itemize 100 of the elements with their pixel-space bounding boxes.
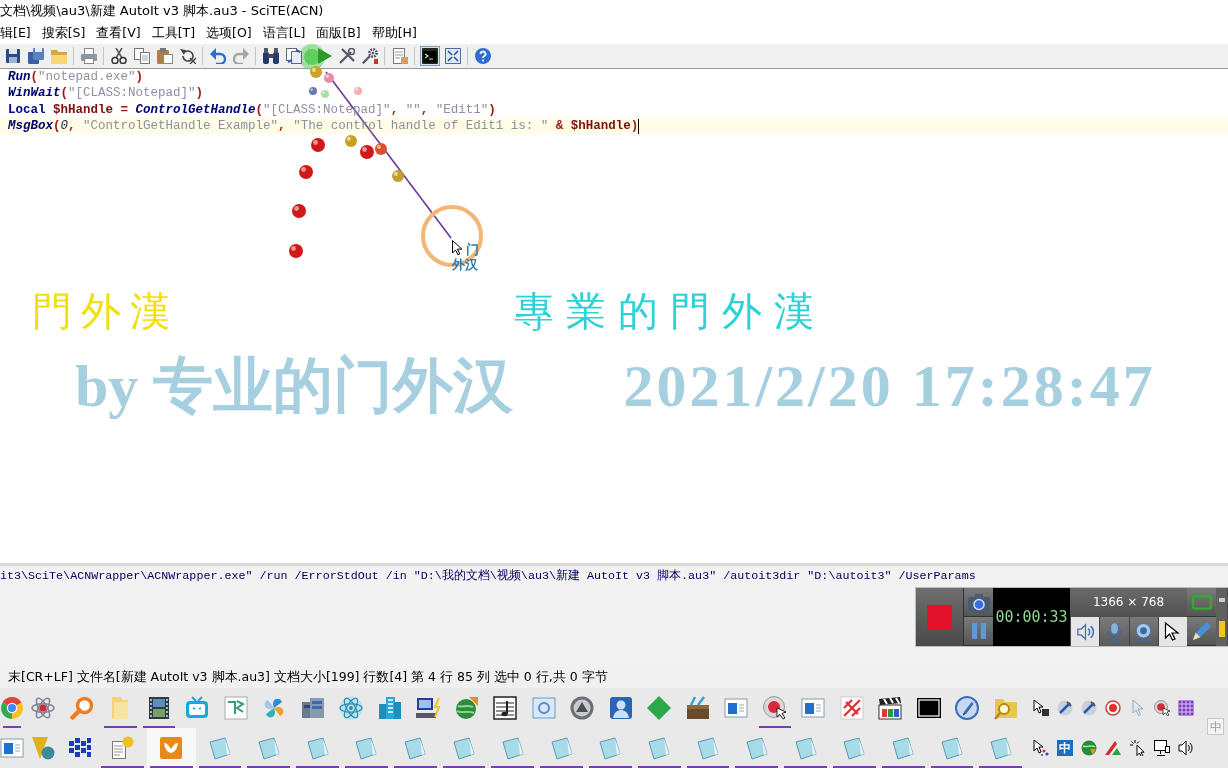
target-icon[interactable] — [1105, 700, 1122, 716]
microphone-button[interactable] — [1099, 617, 1129, 646]
tool-icon[interactable] — [1081, 700, 1098, 716]
webcam-button[interactable] — [1128, 617, 1158, 646]
floppies-icon — [27, 48, 44, 64]
panel-icon — [531, 696, 556, 720]
ripple-icon — [299, 44, 325, 70]
undo-icon — [209, 48, 226, 64]
bead-icon — [360, 145, 374, 159]
menu-item[interactable]: 查看[V] — [96, 24, 141, 42]
pause-icon — [971, 622, 986, 640]
record-icon[interactable] — [1153, 700, 1170, 716]
speaker-icon[interactable] — [1178, 740, 1194, 756]
cursor-button[interactable] — [1157, 617, 1187, 646]
webcam-icon — [1135, 621, 1153, 642]
fullscreen-icon — [444, 48, 461, 64]
toolbar-button[interactable] — [419, 46, 440, 66]
music-sheet-icon — [493, 696, 518, 720]
tool-icon[interactable] — [1057, 700, 1074, 716]
pointer-dots-icon[interactable] — [1032, 740, 1049, 756]
speaker-button[interactable] — [1070, 617, 1100, 646]
menu-item[interactable]: 辑[E] — [0, 24, 31, 42]
microphone-icon — [1105, 621, 1123, 642]
resolution-label: 1366 × 768 — [1070, 588, 1187, 617]
click-pointer-icon[interactable] — [1129, 740, 1146, 756]
notepad-icon — [744, 736, 769, 760]
timer-display: 00:00:33 — [993, 588, 1070, 646]
help-icon — [474, 48, 491, 64]
menu-item[interactable]: 帮助[H] — [371, 24, 417, 42]
text-cursor — [638, 118, 640, 134]
play-icon — [315, 48, 332, 64]
notepad-icon — [988, 736, 1013, 760]
orbit-icon — [31, 696, 56, 720]
window-icon — [724, 696, 749, 720]
network-icon[interactable] — [1153, 740, 1170, 756]
output-line: it3\SciTe\ACNWrapper\ACNWrapper.exe" /run /ErrorStdOut /in "D:\我的文档\视频\au3\新建 AutoIt v3 脚本.au3" /autoit3dir "D:\autoit3" /UserParams — [0, 568, 977, 584]
bead-icon — [345, 135, 357, 147]
input-method-indicator[interactable]: 中 — [1057, 740, 1074, 756]
code-line: WinWait("[CLASS:Notepad]") — [8, 85, 204, 102]
rectangle-button[interactable] — [1187, 588, 1216, 617]
bead-icon — [289, 244, 303, 258]
menu-item[interactable]: 搜索[S] — [41, 24, 86, 42]
status-bar: 末[CR+LF] 文件名[新建 AutoIt v3 脚本.au3] 文档大小[199] 行数[4] 第 4 行 85 列 选中 0 行,共 0 字节 — [0, 666, 1228, 688]
document-icon — [391, 48, 408, 64]
rectangle-icon — [1191, 594, 1212, 610]
record-icon — [762, 696, 787, 720]
taskbar-button[interactable] — [146, 728, 196, 768]
notepad-icon — [793, 736, 818, 760]
menu-item[interactable]: 选项[O] — [206, 24, 252, 42]
toolbar-button[interactable] — [283, 46, 304, 66]
tools-icon — [338, 48, 355, 64]
notepad-icon — [208, 736, 232, 760]
scissors-icon — [110, 48, 127, 64]
minus-icon — [1219, 597, 1225, 602]
notepad-icon — [451, 736, 476, 760]
stop-icon — [927, 604, 952, 630]
code-line: Run("notepad.exe") — [8, 69, 144, 86]
magnifier-icon — [69, 696, 94, 720]
speaker-icon — [1076, 621, 1094, 642]
cursor-icon — [452, 240, 463, 256]
bead-icon — [321, 90, 329, 98]
floppy-icon — [4, 48, 21, 64]
pointer-box-icon[interactable] — [1032, 700, 1049, 716]
pencil-button[interactable] — [1187, 617, 1216, 646]
toolbar-button[interactable] — [177, 46, 198, 66]
notepad-icon — [598, 736, 623, 760]
globe-icon — [454, 696, 479, 720]
bead-icon — [292, 204, 306, 218]
notepad-icon — [842, 736, 867, 760]
pause-button[interactable] — [964, 617, 993, 646]
atom-icon — [339, 696, 364, 720]
replace-icon — [285, 48, 302, 64]
blocks-icon — [67, 736, 92, 760]
toolbar-button[interactable] — [260, 46, 281, 66]
screenshot-button[interactable] — [964, 588, 993, 617]
pages-icon — [133, 48, 150, 64]
gear-tools-icon — [361, 48, 378, 64]
calligraphy-text: 門外漢 — [32, 289, 179, 333]
notepad-icon — [256, 736, 281, 760]
filmstrip-icon — [146, 696, 171, 720]
menu-item[interactable]: 面版[B] — [316, 24, 361, 42]
person-icon — [608, 696, 633, 720]
toolbar-button[interactable] — [442, 46, 463, 66]
grid-icon[interactable] — [1178, 700, 1194, 716]
computer-icon — [416, 696, 441, 720]
notepad-icon — [891, 736, 916, 760]
peak-icon[interactable] — [1105, 740, 1122, 756]
menu-item[interactable]: 语言[L] — [262, 24, 306, 42]
printer-icon — [80, 48, 97, 64]
bead-icon — [309, 87, 317, 95]
cursor-icon — [1164, 621, 1182, 642]
clipboard-icon — [156, 48, 173, 64]
caption-text: 2021/2/20 17:28:47 — [623, 353, 1156, 419]
toolbar-button[interactable] — [108, 46, 129, 66]
notepad-icon — [354, 736, 379, 760]
pattern-icon — [839, 696, 864, 720]
toolbar-button[interactable] — [359, 46, 380, 66]
caption-text: by 专业的门外汉 — [75, 353, 514, 419]
folder-search-icon — [993, 696, 1018, 720]
menu-item[interactable]: 工具[T] — [151, 24, 196, 42]
